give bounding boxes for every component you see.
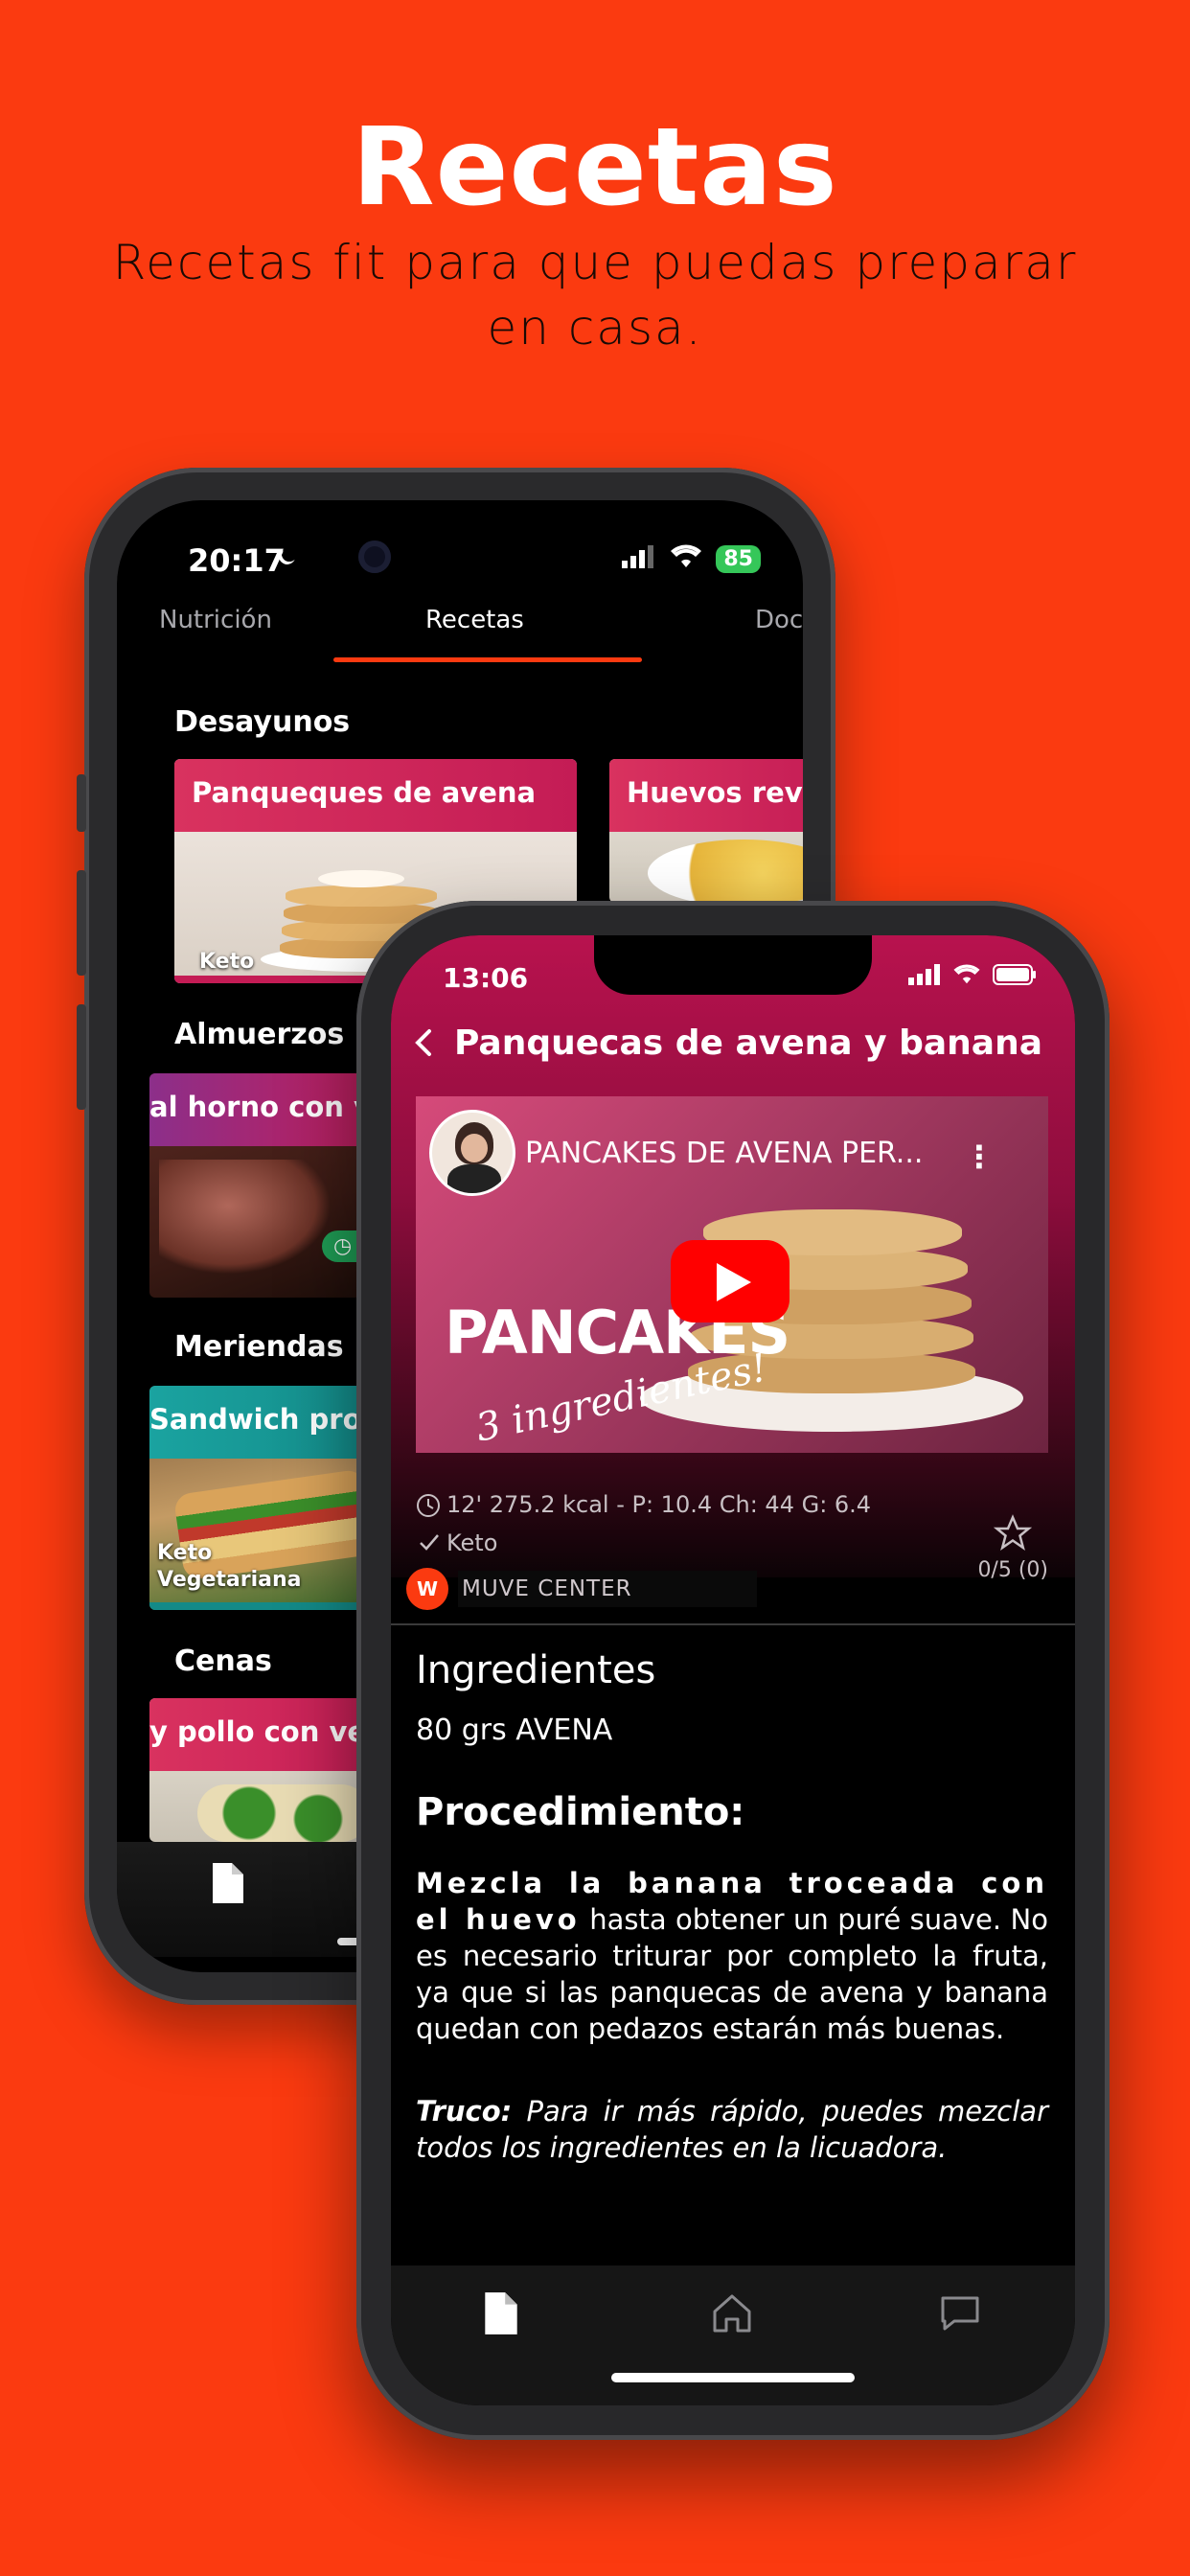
author-logo: W: [406, 1568, 448, 1610]
author-row[interactable]: W MUVE CENTER: [406, 1568, 757, 1610]
ingredient-item: 80 grs AVENA: [416, 1714, 613, 1747]
back-arrow-icon[interactable]: [406, 1024, 445, 1062]
ingredients-heading: Ingredientes: [416, 1648, 656, 1692]
diet-tag: Keto: [157, 1541, 213, 1565]
status-time: 20:17: [188, 542, 286, 579]
promo-headline: Recetas: [352, 105, 838, 230]
bottom-tab-bar: [391, 2266, 1075, 2405]
divider: [391, 1623, 1075, 1625]
recipe-card-title: Panqueques de avena: [192, 776, 537, 809]
diet-tag: Keto: [446, 1530, 498, 1556]
section-title-almuerzos: Almuerzos: [174, 1018, 345, 1051]
notch: [594, 935, 872, 995]
broccoli-image: [197, 1784, 370, 1842]
phone-side-button: [77, 870, 86, 976]
front-phone-screen: 13:06 Panquecas de avena y banana PANCAK…: [391, 935, 1075, 2405]
more-vertical-icon[interactable]: ⋮: [964, 1138, 995, 1175]
play-button-icon[interactable]: [671, 1240, 790, 1322]
diet-tag: Keto: [199, 950, 255, 974]
chat-icon[interactable]: [937, 2290, 985, 2338]
recipe-card-title: Huevos revuelt: [627, 776, 803, 809]
video-player[interactable]: PANCAKES DE AVENA PER... ⋮ PANCAKES 3 in…: [416, 1096, 1048, 1453]
section-title-desayunos: Desayunos: [174, 705, 351, 739]
procedure-heading: Procedimiento:: [416, 1790, 745, 1834]
phone-side-button: [77, 1004, 86, 1110]
status-time: 13:06: [443, 962, 529, 994]
document-icon[interactable]: [481, 2290, 529, 2338]
home-icon[interactable]: [709, 2290, 757, 2338]
wifi-icon: [952, 964, 981, 989]
section-title-meriendas: Meriendas: [174, 1330, 344, 1364]
document-icon[interactable]: [209, 1861, 247, 1909]
checkmark-icon: [418, 1531, 441, 1556]
tab-documentos[interactable]: Docum: [755, 606, 803, 634]
signal-icon: [622, 545, 656, 572]
procedure-text: Mezcla la banana troceada con el huevo h…: [416, 1865, 1048, 2047]
diet-tag: Vegetariana: [157, 1568, 302, 1592]
video-title: PANCAKES DE AVENA PER...: [525, 1137, 924, 1170]
top-tab-bar: Nutrición Recetas Docum: [117, 606, 803, 673]
wifi-icon: [670, 544, 702, 573]
clock-icon: [416, 1493, 441, 1522]
rating-value: 0/5 (0): [977, 1558, 1048, 1582]
phone-side-button: [77, 774, 86, 832]
home-indicator: [611, 2373, 855, 2382]
signal-icon: [908, 964, 941, 989]
author-name: MUVE CENTER: [458, 1571, 757, 1607]
star-icon[interactable]: [977, 1514, 1048, 1558]
channel-avatar[interactable]: [429, 1110, 515, 1196]
battery-icon: [993, 964, 1037, 989]
battery-indicator: 85: [716, 544, 761, 573]
roast-meat-image: [159, 1160, 332, 1275]
front-phone: 13:06 Panquecas de avena y banana PANCAK…: [356, 901, 1110, 2440]
active-tab-indicator: [333, 657, 642, 662]
scrambled-eggs-image: [648, 840, 803, 903]
front-camera-icon: [358, 540, 391, 573]
recipe-card[interactable]: Huevos revuelt: [609, 759, 803, 903]
tab-recetas[interactable]: Recetas: [425, 606, 524, 634]
moon-icon: [274, 544, 299, 573]
tip-text: Truco: Para ir más rápido, puedes mezcla…: [416, 2093, 1048, 2166]
tab-nutricion[interactable]: Nutrición: [159, 606, 272, 634]
rating[interactable]: 0/5 (0): [977, 1514, 1048, 1582]
page-title: Panquecas de avena y banana: [454, 1024, 1043, 1063]
nutrition-summary: 12' 275.2 kcal - P: 10.4 Ch: 44 G: 6.4: [446, 1491, 872, 1518]
section-title-cenas: Cenas: [174, 1644, 272, 1678]
promo-subtitle: Recetas fit para que puedas preparar en …: [112, 235, 1078, 356]
tip-label: Truco:: [416, 2095, 513, 2128]
